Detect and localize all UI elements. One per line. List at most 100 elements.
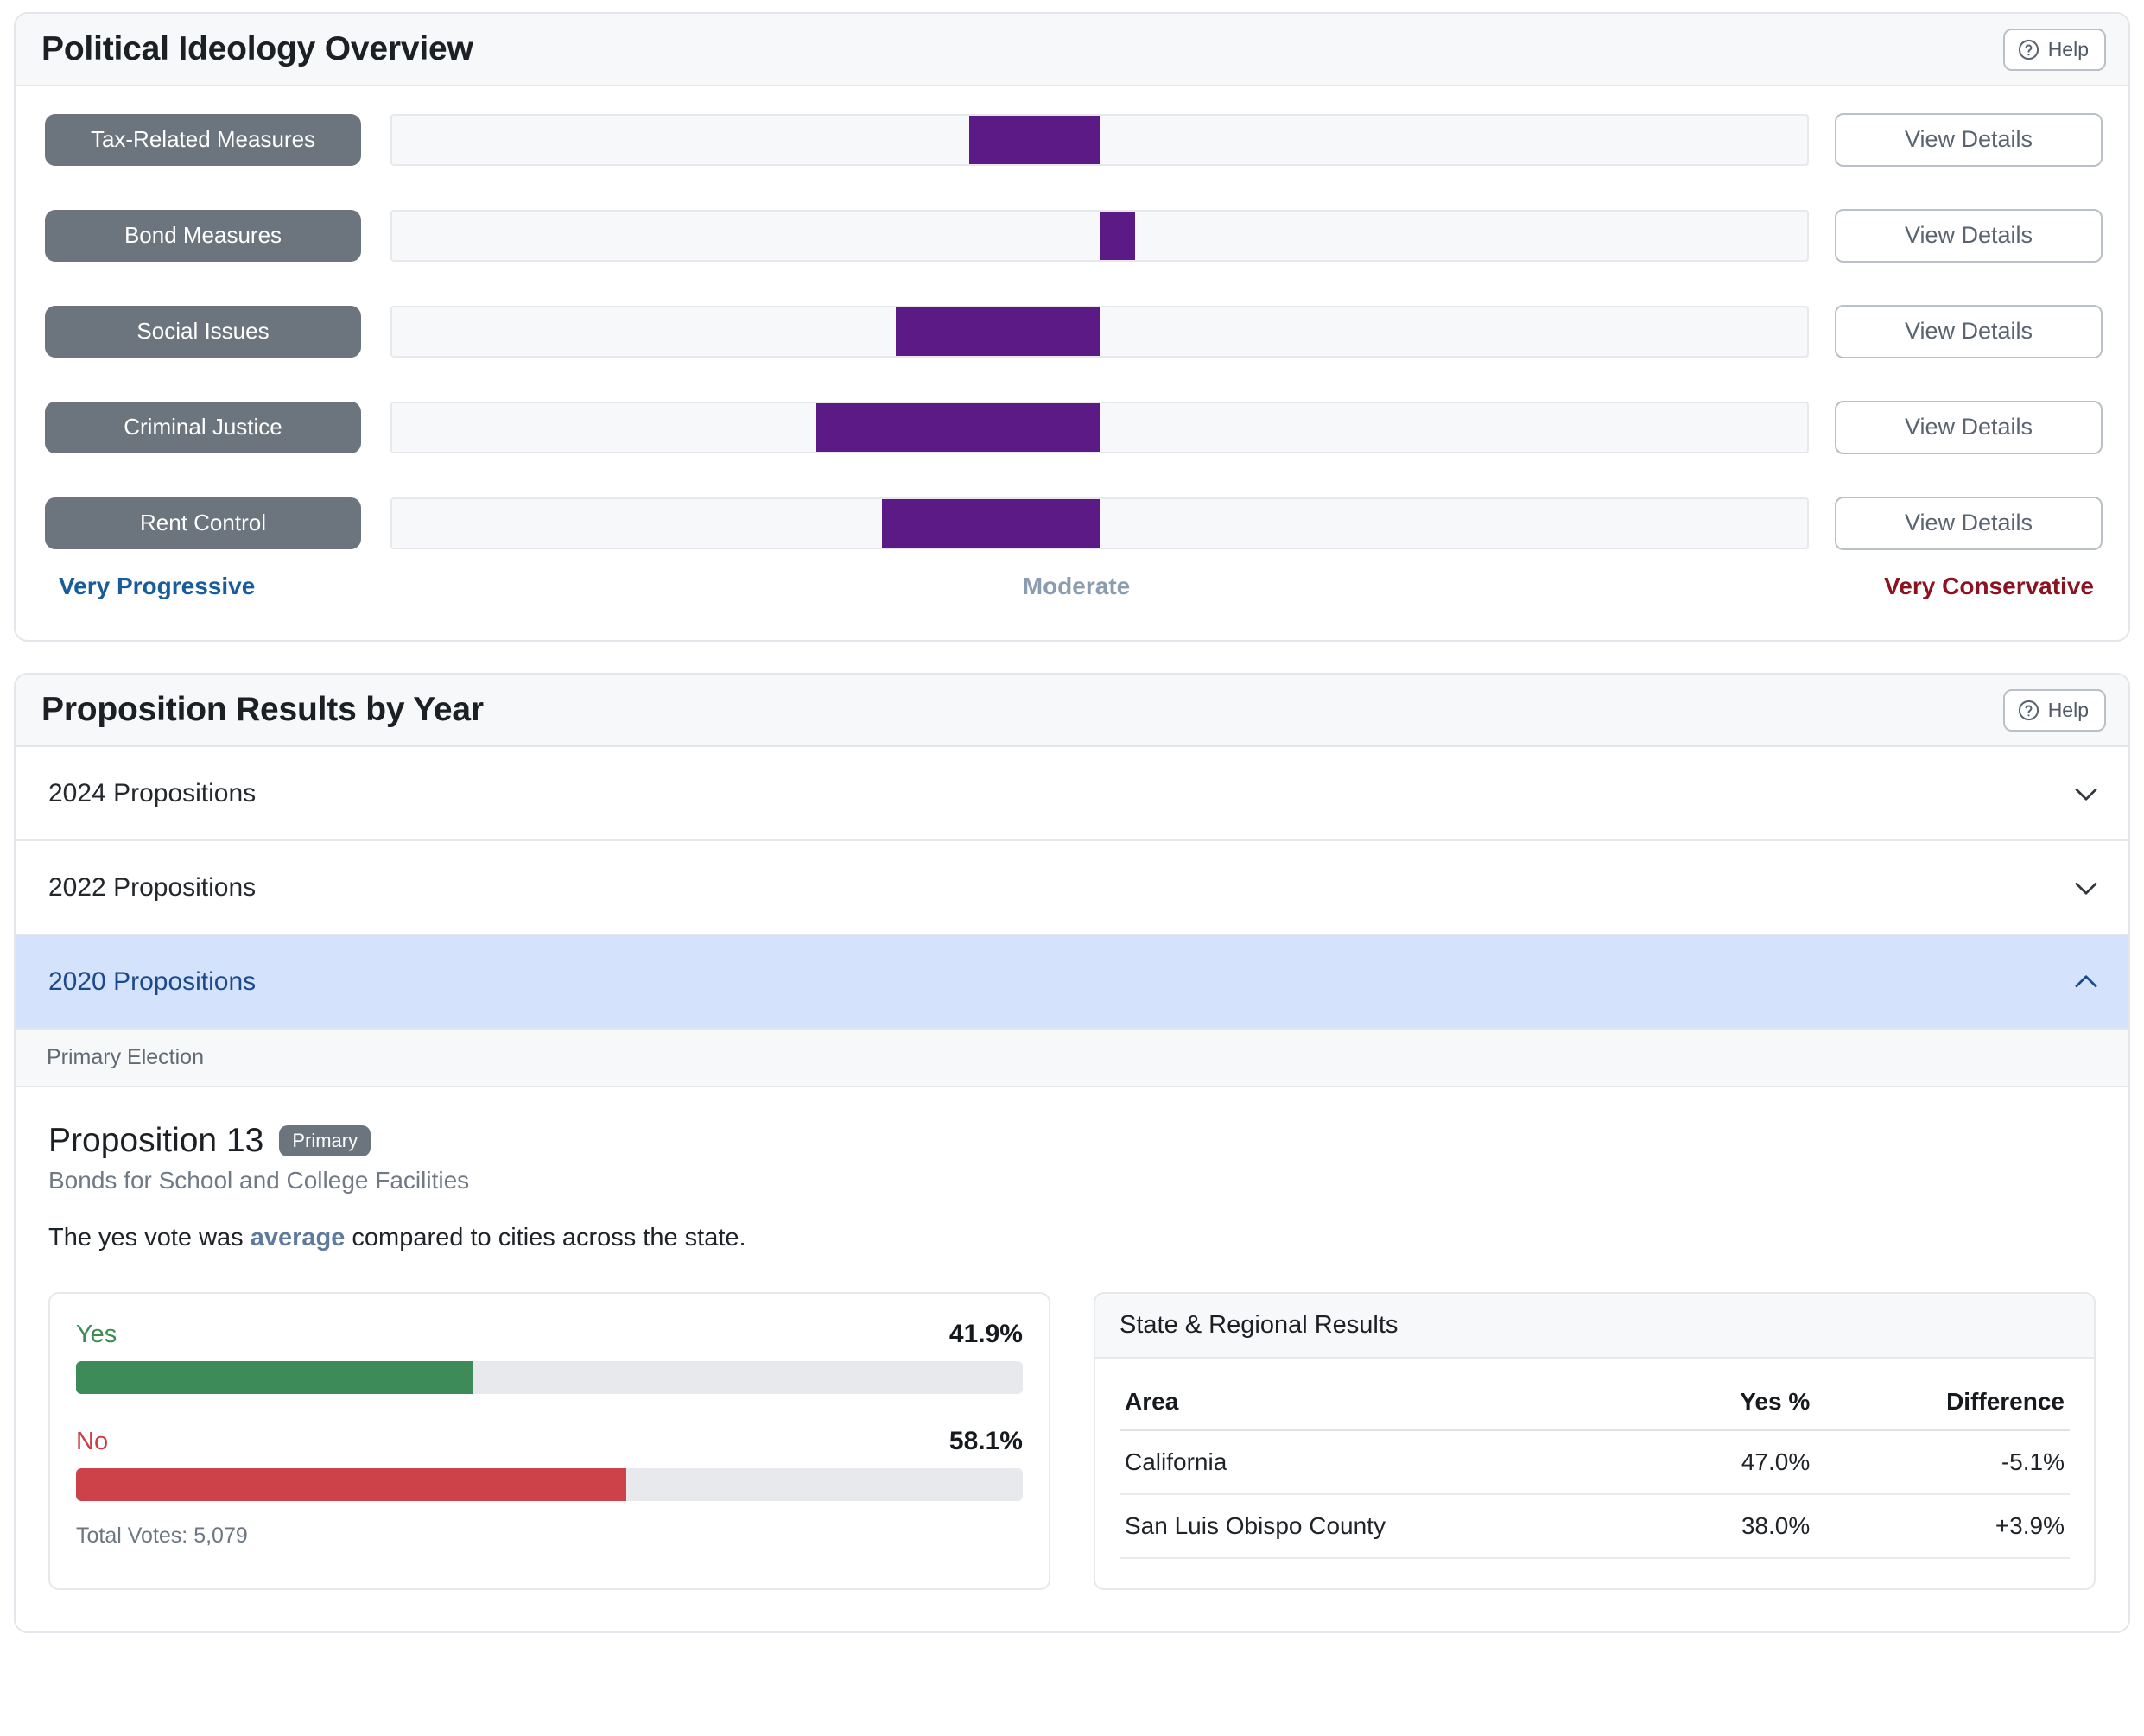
table-header-row: Area Yes % Difference <box>1120 1378 2070 1431</box>
yes-progress-track <box>76 1361 1023 1394</box>
accordion-header-2024[interactable]: 2024 Propositions <box>16 747 2128 839</box>
cell-difference: +3.9% <box>1815 1494 2070 1559</box>
regional-table-wrap: Area Yes % Difference California 47.0% -5.… <box>1095 1359 2094 1588</box>
cell-area: California <box>1120 1430 1657 1495</box>
accordion-header-2020[interactable]: 2020 Propositions <box>16 935 2128 1028</box>
table-row: California 47.0% -5.1% <box>1120 1430 2070 1495</box>
vote-breakdown-card: Yes 41.9% No 58.1% Total Votes: 5,079 <box>48 1292 1050 1590</box>
view-details-button[interactable]: View Details <box>1835 208 2103 263</box>
proposition-title-row: Proposition 13 Primary <box>48 1122 2096 1160</box>
view-details-button[interactable]: View Details <box>1835 112 2103 167</box>
total-votes-label: Total Votes: 5,079 <box>76 1524 248 1548</box>
view-details-button[interactable]: View Details <box>1835 400 2103 454</box>
results-title: Proposition Results by Year <box>41 691 484 728</box>
ideology-row: Tax-Related Measures View Details <box>16 109 2128 170</box>
ideology-scale-legend: Very Progressive Moderate Very Conservat… <box>16 554 2128 631</box>
ideology-card-header: Political Ideology Overview Help <box>16 14 2128 86</box>
ideology-rows: Tax-Related Measures View Details Bond Mea… <box>16 86 2128 640</box>
accordion-item: 2024 Propositions <box>16 747 2128 841</box>
ideology-category-label: Rent Control <box>45 497 361 549</box>
page-title: Political Ideology Overview <box>41 30 473 67</box>
ideology-range-fill <box>881 498 1100 548</box>
ideology-category-label: Criminal Justice <box>45 401 361 453</box>
question-circle-icon <box>2017 699 2040 722</box>
results-help-label: Help <box>2047 698 2089 721</box>
accordion-label: 2022 Propositions <box>48 872 257 902</box>
accordion-label: 2020 Propositions <box>48 966 257 996</box>
view-details-button[interactable]: View Details <box>1835 304 2103 358</box>
election-type-label: Primary Election <box>16 1030 2128 1087</box>
ideology-category-label: Bond Measures <box>45 209 361 262</box>
question-circle-icon <box>2017 38 2040 61</box>
ideology-track-wrap <box>361 401 1835 453</box>
ideology-spectrum-track[interactable] <box>390 401 1809 453</box>
description-prefix: The yes vote was <box>48 1224 251 1251</box>
ideology-spectrum-track[interactable] <box>390 497 1809 549</box>
regional-card-title: State & Regional Results <box>1095 1294 2094 1359</box>
ideology-row: Bond Measures View Details <box>16 205 2128 266</box>
yes-percent: 41.9% <box>948 1320 1023 1348</box>
chevron-down-icon[interactable] <box>2070 871 2103 904</box>
column-header-yes-pct: Yes % <box>1656 1378 1816 1431</box>
proposition-detail: Proposition 13 Primary Bonds for School … <box>16 1087 2128 1631</box>
no-row-header: No 58.1% <box>76 1427 1023 1456</box>
accordion: 2024 Propositions 2022 Propositions 2020 P… <box>16 747 2128 1030</box>
no-label: No <box>76 1428 109 1455</box>
accordion-item: 2020 Propositions <box>16 935 2128 1030</box>
proposition-description: The yes vote was average compared to cit… <box>48 1224 2096 1252</box>
yes-label: Yes <box>76 1321 117 1348</box>
scale-label-moderate: Moderate <box>1022 573 1131 599</box>
ideology-category-label: Tax-Related Measures <box>45 113 361 166</box>
cell-difference: -5.1% <box>1815 1430 2070 1495</box>
accordion-label: 2024 Propositions <box>48 778 257 808</box>
state-regional-results-card: State & Regional Results Area Yes % Diff… <box>1094 1292 2096 1590</box>
ideology-range-fill <box>816 402 1100 452</box>
accordion-item: 2022 Propositions <box>16 841 2128 935</box>
results-card-header: Proposition Results by Year Help <box>16 675 2128 747</box>
results-columns: Yes 41.9% No 58.1% Total Votes: 5,079 St… <box>48 1292 2096 1590</box>
ideology-category-label: Social Issues <box>45 305 361 358</box>
chevron-up-icon[interactable] <box>2070 966 2103 998</box>
proposition-title: Proposition 13 <box>48 1122 264 1159</box>
cell-yes-percent: 38.0% <box>1656 1494 1816 1559</box>
cell-area: San Luis Obispo County <box>1120 1494 1657 1559</box>
column-header-area: Area <box>1120 1378 1657 1431</box>
table-body: California 47.0% -5.1% San Luis Obispo Coun… <box>1120 1430 2070 1559</box>
ideology-track-wrap <box>361 305 1835 358</box>
ideology-row: Criminal Justice View Details <box>16 396 2128 458</box>
political-ideology-card: Political Ideology Overview Help Tax-Rel… <box>14 12 2130 642</box>
ideology-track-wrap <box>361 209 1835 262</box>
table-row: San Luis Obispo County 38.0% +3.9% <box>1120 1494 2070 1559</box>
scale-label-very-conservative: Very Conservative <box>1884 573 2094 599</box>
scale-label-very-progressive: Very Progressive <box>59 573 256 599</box>
yes-row-header: Yes 41.9% <box>76 1320 1023 1349</box>
description-suffix: compared to cities across the state. <box>345 1224 746 1251</box>
yes-progress-fill <box>76 1361 473 1394</box>
proposition-subtitle: Bonds for School and College Facilities <box>48 1167 470 1194</box>
no-progress-fill <box>76 1468 626 1501</box>
view-details-button[interactable]: View Details <box>1835 496 2103 550</box>
cell-yes-percent: 47.0% <box>1656 1430 1816 1495</box>
ideology-range-fill <box>1100 211 1135 260</box>
description-highlight: average <box>250 1224 346 1251</box>
accordion-header-2022[interactable]: 2022 Propositions <box>16 841 2128 934</box>
ideology-spectrum-track[interactable] <box>390 305 1809 358</box>
proposition-results-card: Proposition Results by Year Help 2024 Pr… <box>14 673 2130 1633</box>
table-head: Area Yes % Difference <box>1120 1378 2070 1431</box>
ideology-track-wrap <box>361 113 1835 166</box>
ideology-spectrum-track[interactable] <box>390 113 1809 166</box>
ideology-help-button[interactable]: Help <box>2002 28 2106 71</box>
results-help-button[interactable]: Help <box>2002 688 2106 732</box>
ideology-row: Rent Control View Details <box>16 492 2128 554</box>
chevron-down-icon[interactable] <box>2070 777 2103 810</box>
accordion-panel-2020: Primary Election Proposition 13 Primary … <box>16 1030 2128 1631</box>
column-header-difference: Difference <box>1815 1378 2070 1431</box>
ideology-track-wrap <box>361 497 1835 549</box>
no-percent: 58.1% <box>948 1427 1023 1455</box>
regional-results-table: Area Yes % Difference California 47.0% -5.… <box>1120 1378 2070 1559</box>
ideology-row: Social Issues View Details <box>16 301 2128 362</box>
ideology-range-fill <box>896 307 1100 356</box>
ideology-spectrum-track[interactable] <box>390 209 1809 262</box>
ideology-range-fill <box>969 115 1100 164</box>
